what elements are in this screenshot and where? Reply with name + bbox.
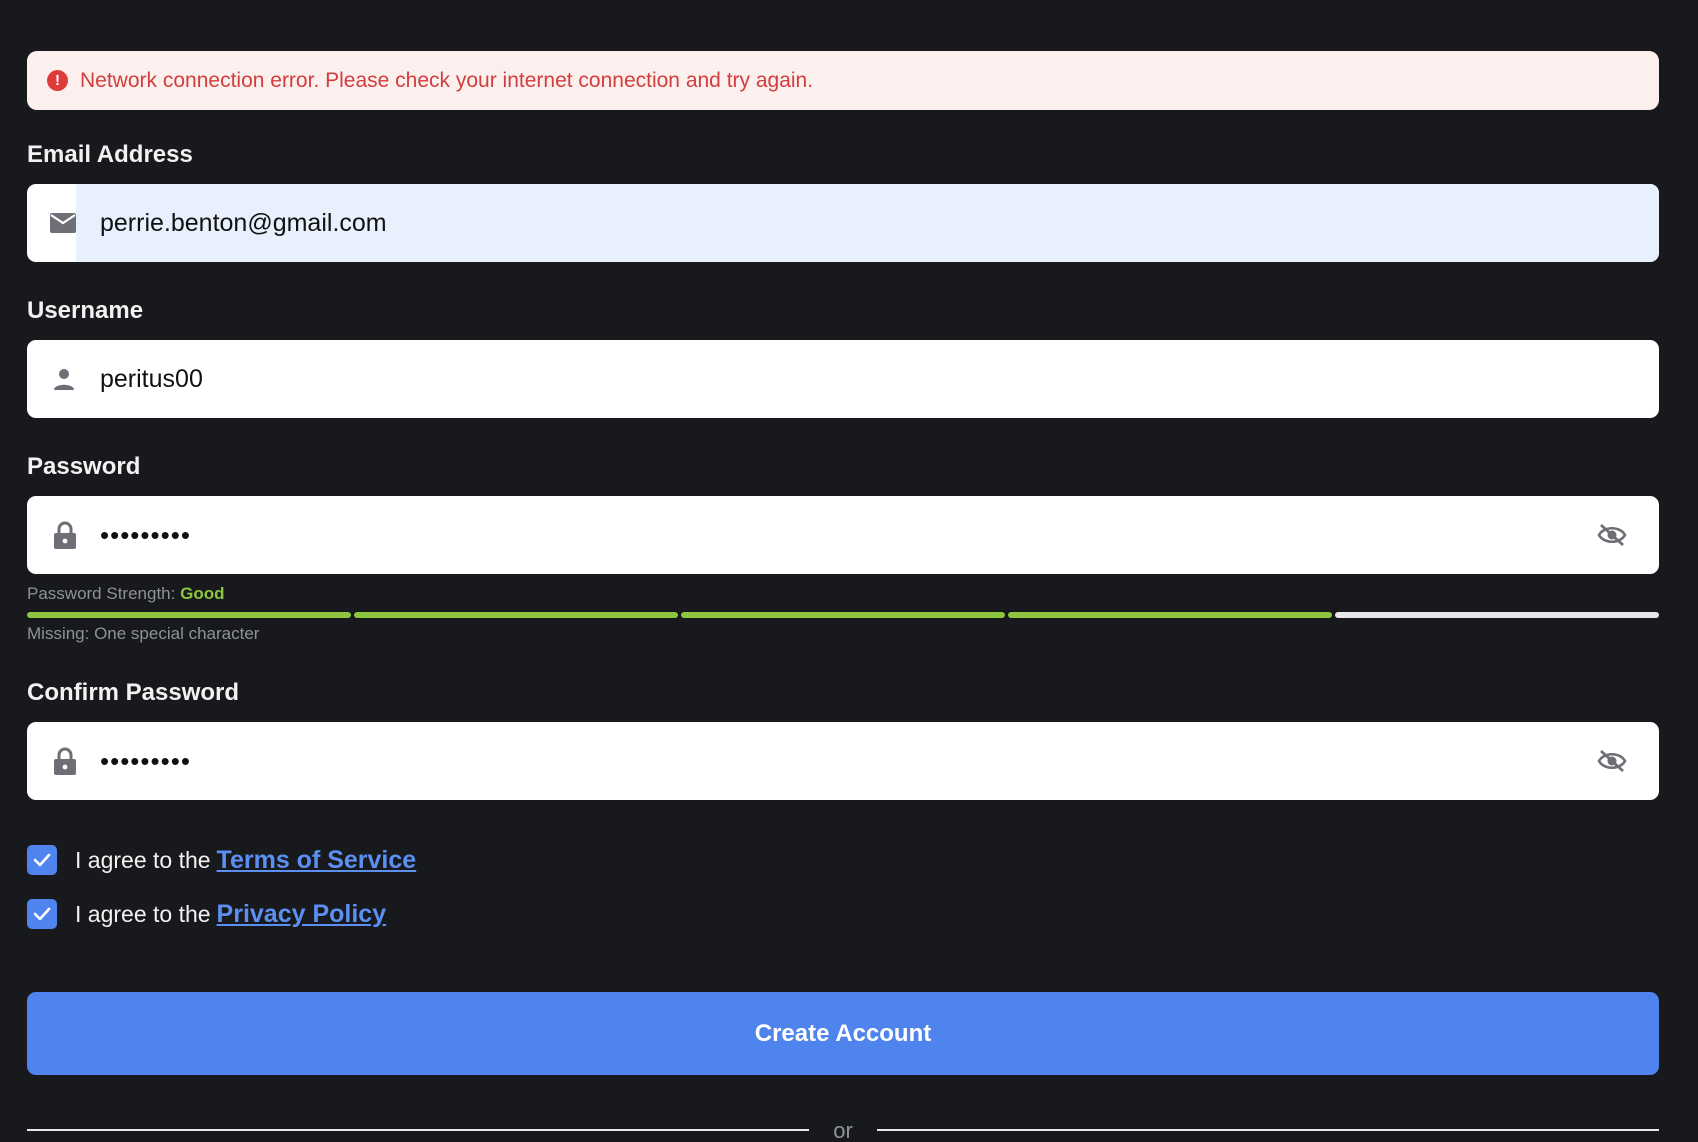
strength-segment [354, 612, 678, 618]
lock-icon [27, 496, 76, 574]
eye-off-icon[interactable] [1597, 520, 1627, 550]
strength-missing-hint: Missing: One special character [27, 624, 260, 643]
error-banner: ! Network connection error. Please check… [27, 51, 1659, 110]
strength-segment [681, 612, 1005, 618]
check-icon [33, 853, 51, 867]
terms-prefix: I agree to the [75, 846, 211, 873]
strength-value: Good [180, 584, 225, 603]
password-strength-text: Password Strength: Good [27, 584, 224, 604]
email-field-container [27, 184, 1659, 262]
privacy-agreement-row: I agree to the Privacy Policy [27, 899, 386, 929]
divider-left [27, 1129, 809, 1131]
confirm-password-label: Confirm Password [27, 679, 240, 706]
privacy-policy-link[interactable]: Privacy Policy [217, 900, 387, 929]
divider-or-text: or [833, 1118, 853, 1142]
strength-meter [27, 612, 1659, 618]
signup-form: ! Network connection error. Please check… [0, 0, 1698, 1142]
error-message: Network connection error. Please check y… [80, 68, 814, 92]
privacy-prefix: I agree to the [75, 900, 211, 927]
check-icon [33, 907, 51, 921]
lock-icon [27, 722, 76, 800]
terms-checkbox[interactable] [27, 845, 57, 875]
privacy-checkbox[interactable] [27, 899, 57, 929]
terms-agreement-row: I agree to the Terms of Service [27, 845, 416, 875]
terms-of-service-link[interactable]: Terms of Service [217, 846, 417, 875]
confirm-password-field-container [27, 722, 1659, 800]
email-input[interactable] [100, 208, 1659, 238]
create-account-button[interactable]: Create Account [27, 992, 1659, 1075]
username-label: Username [27, 297, 144, 324]
eye-off-icon[interactable] [1597, 746, 1627, 776]
alert-circle-icon: ! [47, 70, 68, 91]
user-icon [27, 340, 76, 418]
strength-prefix: Password Strength: [27, 584, 176, 603]
strength-segment [1335, 612, 1659, 618]
password-input[interactable] [100, 519, 1597, 551]
strength-segment [1008, 612, 1332, 618]
divider-right [877, 1129, 1659, 1131]
username-input[interactable] [100, 364, 1659, 394]
confirm-password-input[interactable] [100, 745, 1597, 777]
email-label: Email Address [27, 141, 193, 168]
password-field-container [27, 496, 1659, 574]
password-label: Password [27, 453, 141, 480]
username-field-container [27, 340, 1659, 418]
strength-segment [27, 612, 351, 618]
mail-icon [27, 184, 76, 262]
